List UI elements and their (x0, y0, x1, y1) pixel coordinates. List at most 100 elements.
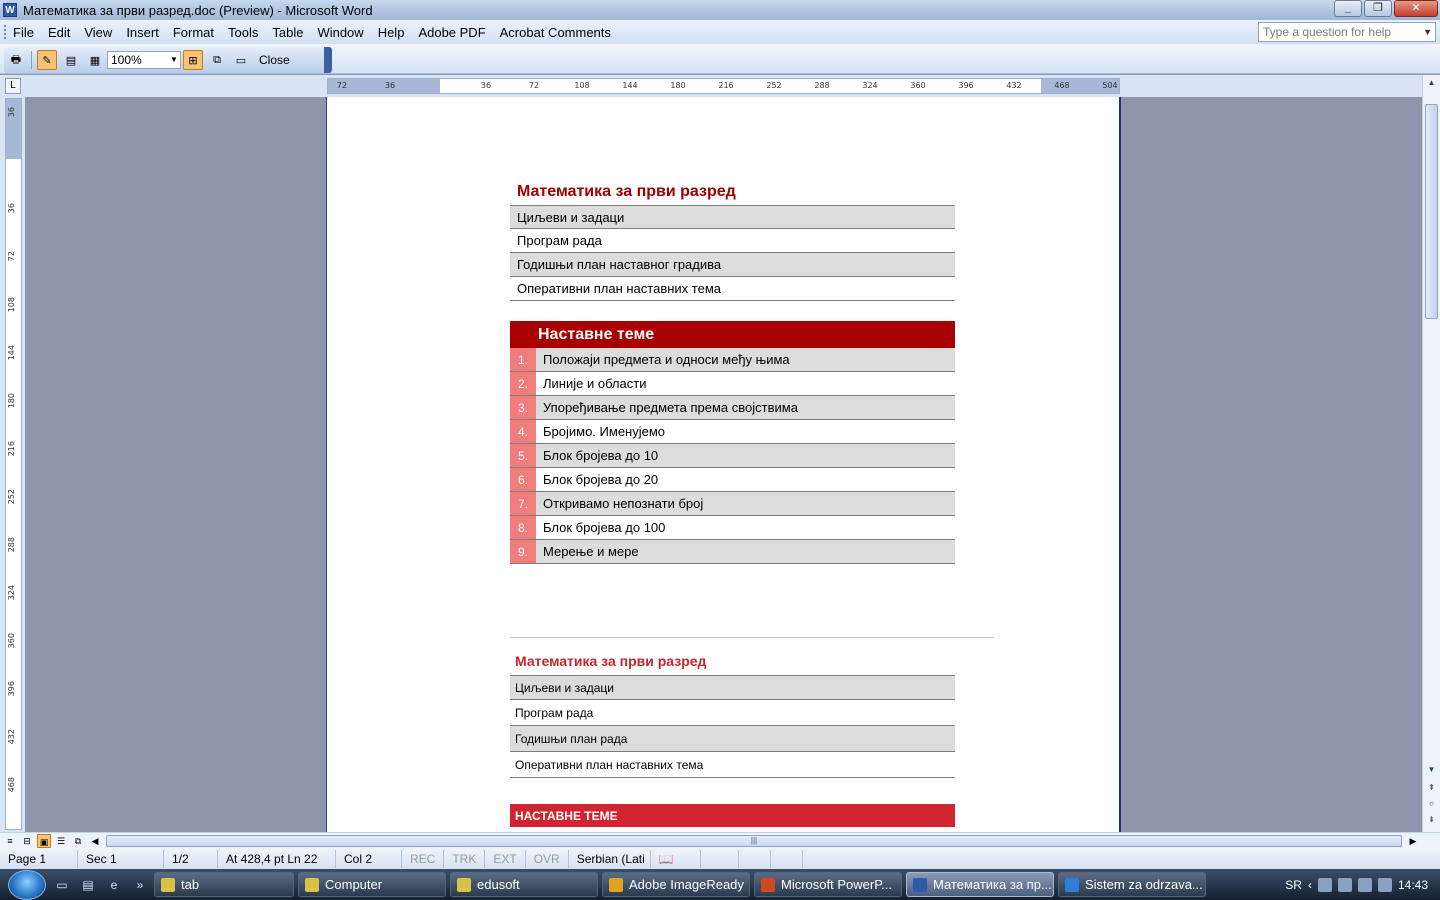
shrink-to-fit-icon[interactable]: ⧉ (207, 50, 227, 70)
tray-app-icon[interactable] (1337, 877, 1352, 892)
outline-view-icon[interactable]: ☰ (54, 834, 68, 848)
table-row[interactable]: 8. Блок бројева до 100 (510, 516, 955, 540)
scroll-down-icon[interactable]: ▼ (1425, 765, 1438, 774)
scroll-up-icon[interactable]: ▲ (1425, 78, 1438, 87)
folder-icon (457, 877, 471, 892)
tab-selector-icon[interactable]: L (5, 78, 21, 94)
menu-window[interactable]: Window (311, 25, 371, 40)
taskbar-item[interactable]: tab (154, 872, 294, 897)
word-doc-icon[interactable]: W (3, 3, 17, 17)
previous-page-icon[interactable]: ⇞ (1425, 783, 1438, 792)
print-layout-icon[interactable]: ▣ (37, 834, 51, 848)
chevron-down-icon[interactable]: ▼ (1423, 23, 1432, 41)
menu-insert[interactable]: Insert (120, 25, 167, 40)
list-item[interactable]: Циљеви и задаци (510, 205, 955, 229)
table-row[interactable]: 2. Линије и области (510, 372, 955, 396)
normal-view-icon[interactable]: ≡ (3, 834, 17, 848)
status-ext[interactable]: EXT (485, 850, 526, 868)
start-button[interactable] (8, 869, 46, 900)
menu-acrobat-comments[interactable]: Acrobat Comments (494, 25, 619, 40)
scroll-right-icon[interactable]: ▶ (1406, 834, 1420, 848)
menu-table[interactable]: Table (266, 25, 311, 40)
view-ruler-icon[interactable]: ⊞ (183, 50, 203, 70)
next-page-icon[interactable]: ⇟ (1425, 815, 1438, 824)
one-page-icon[interactable]: ▤ (61, 50, 81, 70)
spelling-check-icon[interactable]: 📖 (651, 850, 701, 868)
vertical-scrollbar[interactable]: ▲ ▼ ⇞ ○ ⇟ (1422, 75, 1440, 832)
status-language[interactable]: Serbian (Lati (569, 850, 651, 868)
help-search-input[interactable]: Type a question for help ▼ (1258, 22, 1436, 42)
close-preview-button[interactable]: Close (255, 53, 294, 67)
table-row[interactable]: 9. Мерење и мере (510, 540, 955, 564)
document-area[interactable]: Математика за први разред Циљеви и задац… (25, 97, 1422, 832)
web-layout-icon[interactable]: ⊟ (20, 834, 34, 848)
document-page[interactable]: Математика за први разред Циљеви и задац… (326, 97, 1121, 832)
horizontal-scroll-thumb[interactable]: ||| (106, 835, 1402, 847)
taskbar-item[interactable]: Microsoft PowerP... (754, 872, 902, 897)
volume-icon[interactable] (1377, 877, 1392, 892)
list-item[interactable]: Годишњи план рада (510, 726, 955, 752)
status-ovr[interactable]: OVR (526, 850, 569, 868)
menu-format[interactable]: Format (167, 25, 222, 40)
toolbar-options-icon[interactable] (324, 47, 332, 73)
multiple-pages-icon[interactable]: ▦ (85, 50, 105, 70)
status-trk[interactable]: TRK (444, 850, 486, 868)
menu-help[interactable]: Help (372, 25, 413, 40)
explorer-icon[interactable]: ▤ (78, 877, 98, 893)
menu-file[interactable]: File (7, 25, 42, 40)
list-item[interactable]: Оперативни план наставних тема (510, 752, 955, 778)
select-browse-object-icon[interactable]: ○ (1425, 799, 1438, 808)
table-row[interactable]: 6. Блок бројева до 20 (510, 468, 955, 492)
menu-view[interactable]: View (78, 25, 120, 40)
taskbar-item[interactable]: Sistem za odrzava... (1058, 872, 1206, 897)
clock[interactable]: 14:43 (1398, 878, 1428, 892)
status-pages[interactable]: 1/2 (164, 850, 218, 868)
menu-tools[interactable]: Tools (222, 25, 266, 40)
list-item[interactable]: Годишњи план наставног градива (510, 253, 955, 277)
internet-explorer-icon[interactable]: e (104, 877, 124, 893)
tray-app-icon[interactable] (1357, 877, 1372, 892)
reading-layout-icon[interactable]: ⧉ (71, 834, 85, 848)
taskbar-item[interactable]: Adobe ImageReady (602, 872, 750, 897)
print-icon[interactable]: 🖶 (6, 50, 26, 70)
menu-edit[interactable]: Edit (42, 25, 78, 40)
menu-adobe-pdf[interactable]: Adobe PDF (412, 25, 493, 40)
network-icon[interactable] (1317, 877, 1332, 892)
scroll-thumb[interactable] (1425, 104, 1438, 319)
chevron-down-icon[interactable]: ▼ (168, 52, 180, 68)
show-desktop-icon[interactable]: ▭ (52, 877, 72, 893)
status-empty (739, 850, 771, 868)
horizontal-ruler[interactable]: 72 36 36 72 108 144 180 216 252 288 324 … (327, 78, 1120, 94)
restore-button[interactable]: ❐ (1364, 0, 1392, 17)
table-row[interactable]: 5. Блок бројева до 10 (510, 444, 955, 468)
minimize-button[interactable]: _ (1334, 0, 1362, 17)
status-column[interactable]: Col 2 (336, 850, 402, 868)
taskbar-item[interactable]: edusoft (450, 872, 598, 897)
taskbar-item[interactable]: Computer (298, 872, 446, 897)
scroll-left-icon[interactable]: ◀ (88, 834, 102, 848)
magnifier-icon[interactable]: ✎ (37, 50, 57, 70)
vertical-ruler[interactable]: 36 36 72 108 144 180 216 252 288 324 360… (5, 98, 22, 830)
table-row[interactable]: 7. Откривамо непознати број (510, 492, 955, 516)
close-window-button[interactable]: ✕ (1394, 0, 1438, 17)
ruler-tick: 396 (958, 81, 974, 90)
status-rec[interactable]: REC (402, 850, 445, 868)
language-indicator[interactable]: SR (1285, 878, 1302, 892)
status-section[interactable]: Sec 1 (78, 850, 164, 868)
taskbar-item-active[interactable]: Математика за пр... (906, 872, 1054, 897)
table-row[interactable]: 4. Бројимо. Именујемо (510, 420, 955, 444)
row-number: 8. (510, 516, 536, 539)
list-item[interactable]: Циљеви и задаци (510, 675, 955, 700)
status-position[interactable]: At 428,4 pt Ln 22 (218, 850, 336, 868)
list-item[interactable]: Програм рада (510, 229, 955, 253)
full-screen-icon[interactable]: ▭ (231, 50, 251, 70)
list-item[interactable]: Оперативни план наставних тема (510, 277, 955, 301)
status-page[interactable]: Page 1 (0, 850, 78, 868)
quick-launch-more-icon[interactable]: » (130, 877, 150, 893)
table-row[interactable]: 3. Упоређивање предмета према својствима (510, 396, 955, 420)
zoom-select[interactable]: 100% ▼ (107, 51, 181, 69)
ruler-tick: 180 (670, 81, 686, 90)
tray-expand-icon[interactable]: ‹ (1308, 878, 1312, 892)
table-row[interactable]: 1. Положаји предмета и односи међу њима (510, 348, 955, 372)
list-item[interactable]: Програм рада (510, 700, 955, 726)
